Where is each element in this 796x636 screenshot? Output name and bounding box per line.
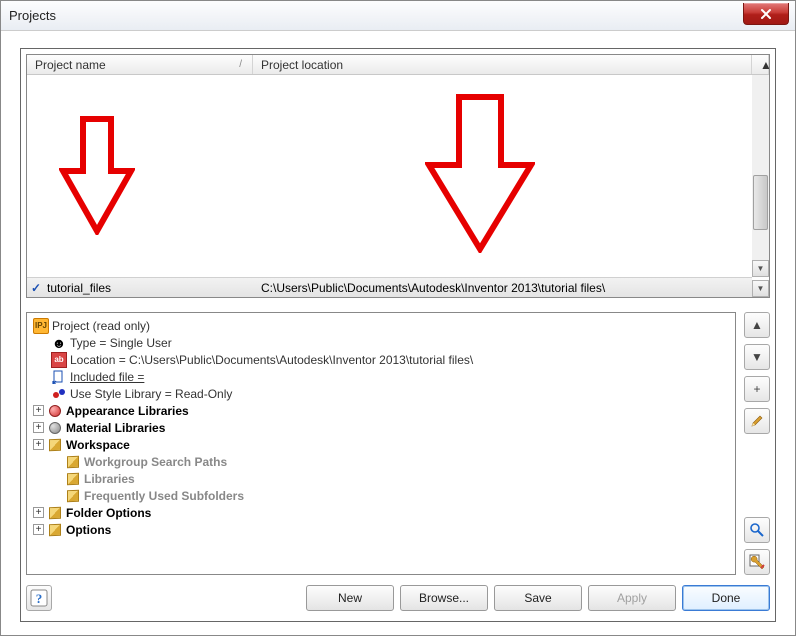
browse-button[interactable]: Browse... — [400, 585, 488, 611]
browse-button-label: Browse... — [419, 591, 469, 605]
tree-workspace[interactable]: + Workspace — [33, 436, 729, 453]
included-file-icon — [51, 369, 67, 385]
tree-location[interactable]: ab Location = C:\Users\Public\Documents\… — [33, 351, 729, 368]
tree-location-label: Location = C:\Users\Public\Documents\Aut… — [70, 353, 473, 367]
add-button[interactable]: + — [744, 376, 770, 402]
workspace-icon — [49, 438, 61, 450]
material-icon — [49, 422, 61, 434]
side-toolbar: ▲ ▼ + — [736, 312, 770, 575]
scroll-down-button[interactable]: ▼ — [752, 260, 769, 277]
sort-indicator: / — [239, 59, 242, 70]
folder-icon — [67, 472, 79, 484]
help-button[interactable]: ? — [26, 585, 52, 611]
tree-style-library-label: Use Style Library = Read-Only — [70, 387, 232, 401]
tree-root-label: Project (read only) — [52, 319, 150, 333]
column-project-location-label: Project location — [261, 58, 343, 72]
tree-root[interactable]: IPJ Project (read only) — [33, 317, 729, 334]
tree-folder-options-label: Folder Options — [66, 506, 151, 520]
tree-included-file-label: Included file = — [70, 370, 144, 384]
appearance-icon — [49, 405, 61, 417]
tree-workgroup-paths[interactable]: Workgroup Search Paths — [33, 453, 729, 470]
tree-included-file[interactable]: Included file = — [33, 368, 729, 385]
up-icon: ▲ — [751, 318, 763, 332]
expander-icon[interactable]: + — [33, 439, 44, 450]
project-tree[interactable]: IPJ Project (read only) ☻ Type = Single … — [26, 312, 736, 575]
configure-button[interactable] — [744, 549, 770, 575]
tree-appearance-label: Appearance Libraries — [66, 404, 189, 418]
annotation-arrow-left — [59, 115, 135, 235]
tree-libraries[interactable]: Libraries — [33, 470, 729, 487]
find-button[interactable] — [744, 517, 770, 543]
folder-icon — [67, 489, 79, 501]
column-project-name-label: Project name — [35, 58, 106, 72]
apply-button-label: Apply — [617, 591, 647, 605]
move-up-button[interactable]: ▲ — [744, 312, 770, 338]
column-project-location[interactable]: Project location — [253, 55, 752, 74]
tree-appearance-libraries[interactable]: + Appearance Libraries — [33, 402, 729, 419]
down-icon: ▼ — [751, 350, 763, 364]
expander-icon[interactable]: + — [33, 405, 44, 416]
edit-button[interactable] — [744, 408, 770, 434]
column-project-name[interactable]: Project name / — [27, 55, 253, 74]
folder-icon — [67, 455, 79, 467]
tree-material-label: Material Libraries — [66, 421, 165, 435]
expander-icon[interactable]: + — [33, 422, 44, 433]
done-button-label: Done — [712, 591, 741, 605]
wrench-icon — [749, 554, 765, 570]
scroll-thumb[interactable] — [753, 175, 768, 230]
list-header: Project name / Project location ▲ — [27, 55, 769, 75]
move-down-button[interactable]: ▼ — [744, 344, 770, 370]
tree-options[interactable]: + Options — [33, 521, 729, 538]
tree-style-library[interactable]: Use Style Library = Read-Only — [33, 385, 729, 402]
tree-type-label: Type = Single User — [70, 336, 172, 350]
project-row-selected[interactable]: ✓ tutorial_files C:\Users\Public\Documen… — [27, 277, 752, 297]
done-button[interactable]: Done — [682, 585, 770, 611]
project-row-name: tutorial_files — [45, 281, 253, 295]
save-button[interactable]: Save — [494, 585, 582, 611]
title-bar: Projects — [1, 1, 795, 31]
new-button[interactable]: New — [306, 585, 394, 611]
expander-icon[interactable]: + — [33, 507, 44, 518]
save-button-label: Save — [524, 591, 551, 605]
project-icon: IPJ — [33, 318, 49, 334]
scrollbar-vertical[interactable] — [752, 75, 769, 277]
tree-libraries-label: Libraries — [84, 472, 135, 486]
user-icon: ☻ — [51, 335, 67, 351]
options-icon — [49, 523, 61, 535]
tree-workgroup-label: Workgroup Search Paths — [84, 455, 227, 469]
dialog-content: Project name / Project location ▲ ▼ ✓ tu… — [20, 48, 776, 622]
new-button-label: New — [338, 591, 362, 605]
close-button[interactable] — [743, 3, 789, 25]
active-project-check-icon: ✓ — [27, 281, 45, 295]
magnify-icon — [749, 522, 765, 538]
pencil-icon — [750, 414, 764, 428]
button-row: ? New Browse... Save Apply Done — [26, 583, 770, 613]
tree-options-label: Options — [66, 523, 111, 537]
location-icon: ab — [51, 352, 67, 368]
tree-type[interactable]: ☻ Type = Single User — [33, 334, 729, 351]
help-icon: ? — [30, 589, 48, 607]
tree-frequent-label: Frequently Used Subfolders — [84, 489, 244, 503]
folder-icon — [49, 506, 61, 518]
expander-icon[interactable]: + — [33, 524, 44, 535]
tree-workspace-label: Workspace — [66, 438, 130, 452]
svg-text:?: ? — [36, 591, 43, 606]
annotation-arrow-right — [425, 93, 535, 253]
window-title: Projects — [9, 8, 56, 23]
scroll-header-up[interactable]: ▲ — [752, 55, 769, 74]
dropdown-button[interactable]: ▼ — [752, 280, 769, 297]
details-area: IPJ Project (read only) ☻ Type = Single … — [26, 312, 770, 575]
apply-button: Apply — [588, 585, 676, 611]
tree-folder-options[interactable]: + Folder Options — [33, 504, 729, 521]
project-row-location: C:\Users\Public\Documents\Autodesk\Inven… — [253, 281, 752, 295]
style-library-icon — [51, 386, 67, 402]
tree-frequent-subfolders[interactable]: Frequently Used Subfolders — [33, 487, 729, 504]
tree-material-libraries[interactable]: + Material Libraries — [33, 419, 729, 436]
plus-icon: + — [753, 382, 760, 396]
close-icon — [760, 8, 772, 20]
project-list-panel: Project name / Project location ▲ ▼ ✓ tu… — [26, 54, 770, 298]
project-list-body[interactable] — [27, 75, 769, 277]
